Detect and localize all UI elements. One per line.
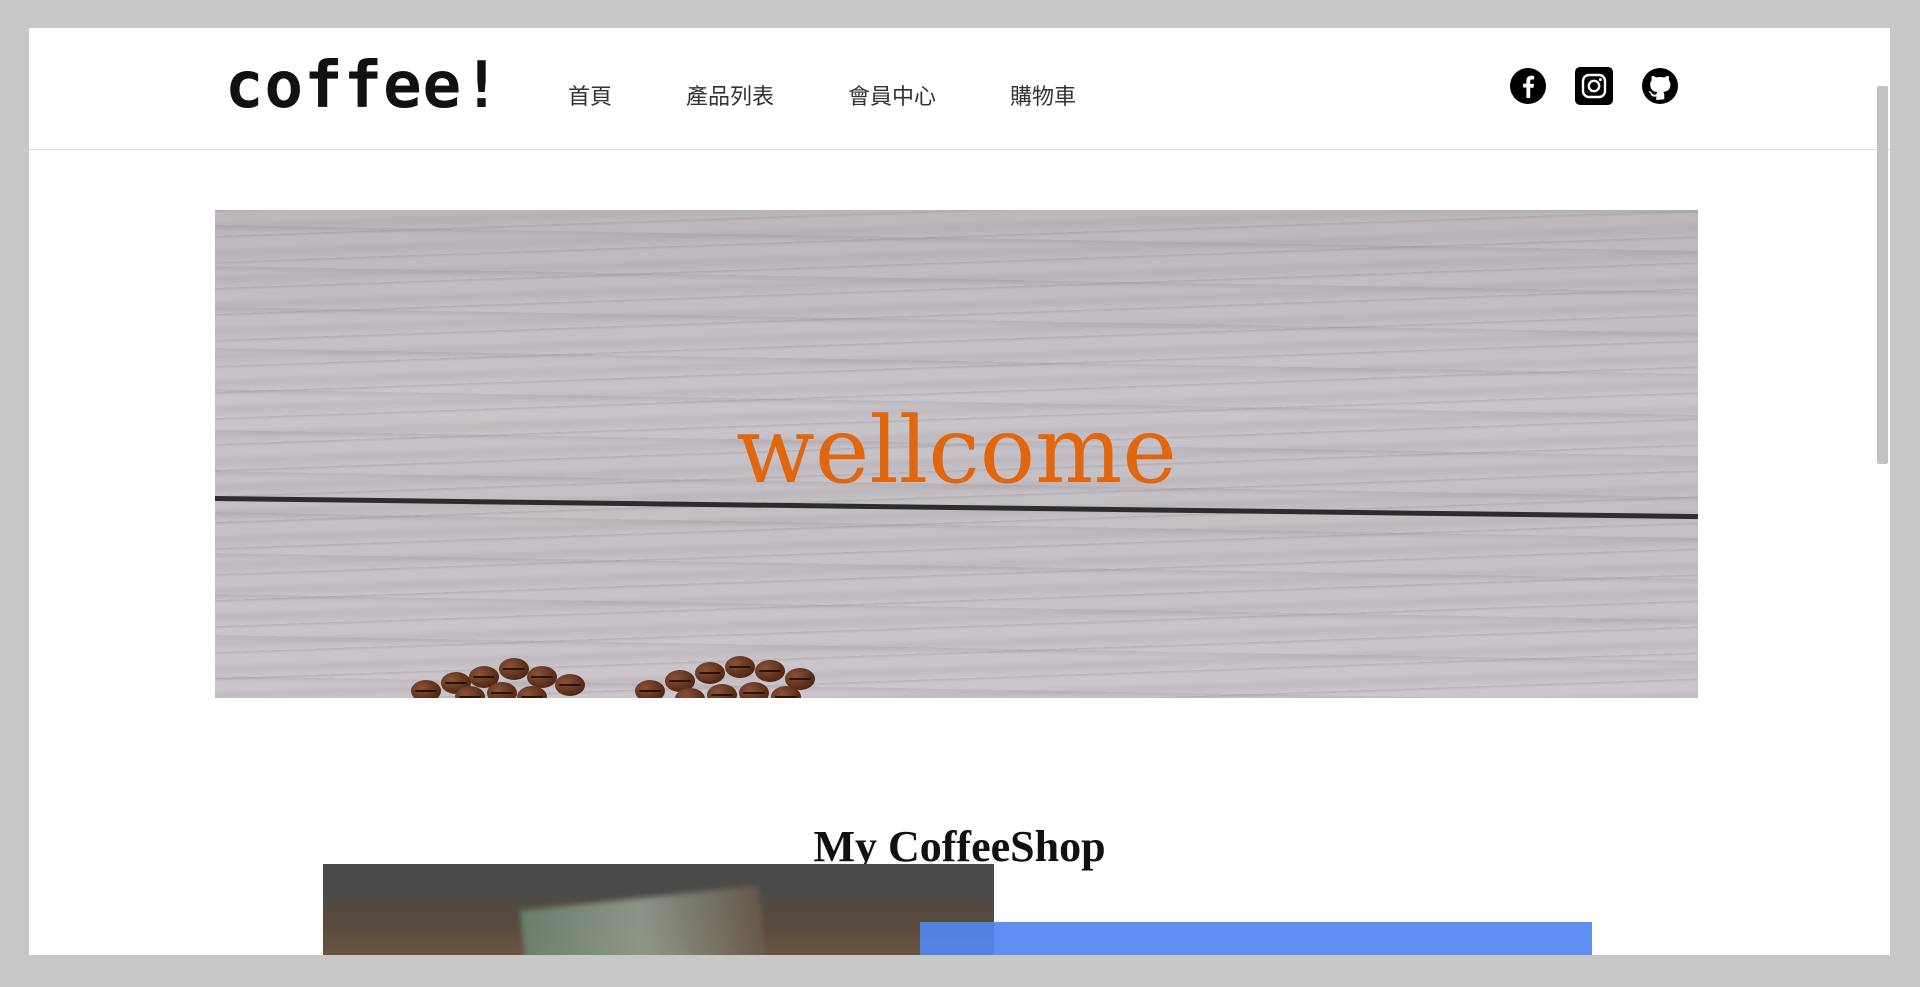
nav-link-cart[interactable]: 購物車 bbox=[1010, 84, 1076, 113]
hero-title: wellcome bbox=[736, 397, 1177, 504]
nav-link-products[interactable]: 產品列表 bbox=[686, 84, 774, 113]
social-links bbox=[1509, 67, 1707, 105]
scrollbar-thumb[interactable] bbox=[1877, 86, 1888, 464]
nav-link-member[interactable]: 會員中心 bbox=[848, 84, 936, 113]
navbar: coffee! 首頁 產品列表 會員中心 購物車 bbox=[29, 28, 1890, 150]
product-image[interactable] bbox=[323, 864, 994, 955]
hero-banner: wellcome bbox=[215, 210, 1698, 698]
github-icon[interactable] bbox=[1641, 67, 1679, 105]
instagram-icon[interactable] bbox=[1575, 67, 1613, 105]
scrollbar[interactable] bbox=[1877, 28, 1890, 955]
main-nav: 首頁 產品列表 會員中心 購物車 bbox=[568, 84, 1150, 113]
browser-viewport: coffee! 首頁 產品列表 會員中心 購物車 wellcome My Cof… bbox=[29, 28, 1890, 955]
facebook-icon[interactable] bbox=[1509, 67, 1547, 105]
site-logo[interactable]: coffee! bbox=[225, 54, 502, 118]
product-info-panel bbox=[920, 922, 1592, 955]
nav-link-home[interactable]: 首頁 bbox=[568, 84, 612, 113]
